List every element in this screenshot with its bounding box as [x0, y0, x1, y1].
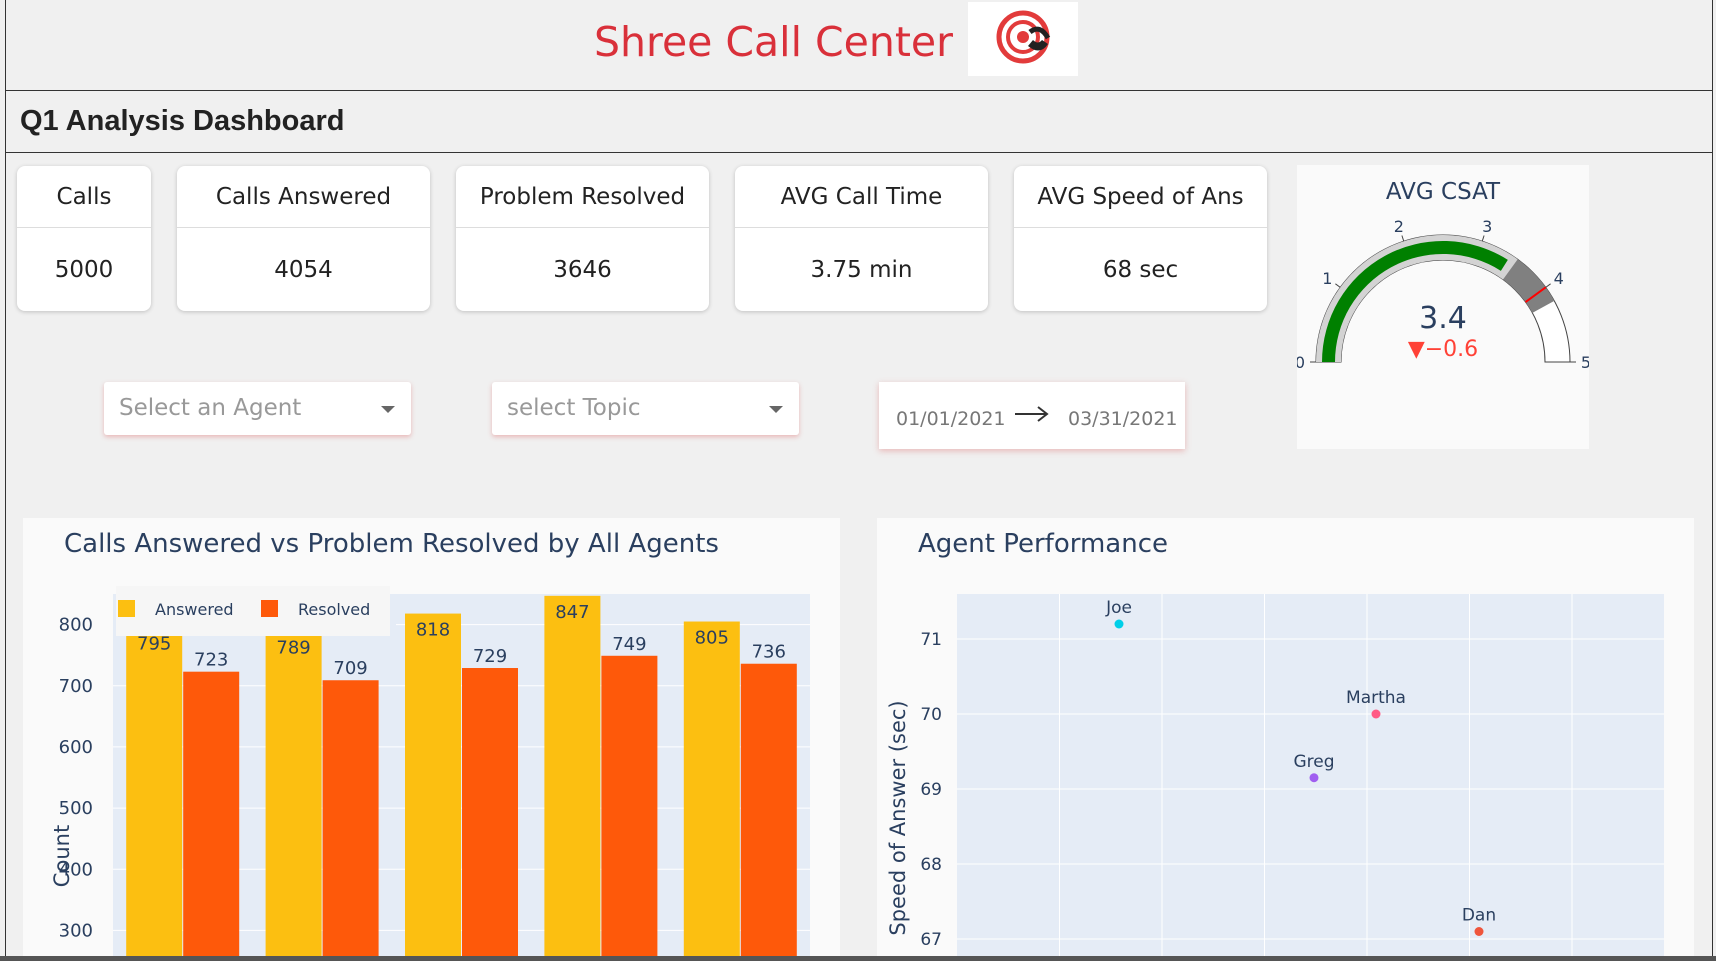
- csat-gauge-card: AVG CSAT 0 1 2 3 4 5 3.4 ▼−0.6: [1297, 165, 1589, 449]
- scatter-chart-card: Agent Performance 67 68 69 70 71 Speed of Ans…: [877, 518, 1694, 961]
- kpi-value: 3646: [553, 257, 612, 283]
- point-label: Dan: [1462, 906, 1496, 926]
- bar-resolved: [740, 663, 797, 961]
- date-end-input[interactable]: 03/31/2021: [1068, 408, 1178, 430]
- kpi-label: Problem Resolved: [456, 166, 709, 228]
- y-tick-label: 600: [59, 737, 93, 758]
- kpi-card-calls-answered: Calls Answered 4054: [177, 166, 430, 311]
- bar-answered: [683, 621, 740, 961]
- y-tick-label: 67: [920, 930, 942, 950]
- y-tick-label: 700: [59, 676, 93, 697]
- kpi-label: Calls: [17, 166, 151, 228]
- kpi-value: 5000: [54, 257, 114, 283]
- bar-answered: [265, 631, 322, 961]
- scatter-point-joe: [1114, 619, 1124, 629]
- app-header: Shree Call Center: [5, 0, 1713, 91]
- bar-answered: [126, 627, 183, 961]
- bar-value-label: 729: [473, 646, 507, 667]
- kpi-card-avg-speed: AVG Speed of Ans 68 sec: [1014, 166, 1267, 311]
- y-tick-label: 69: [920, 780, 942, 800]
- point-label: Joe: [1105, 598, 1132, 618]
- kpi-card-avg-call-time: AVG Call Time 3.75 min: [735, 166, 988, 311]
- app-title: Shree Call Center: [593, 18, 953, 66]
- bar-resolved: [462, 668, 518, 961]
- chevron-down-icon[interactable]: [381, 406, 395, 413]
- y-axis-label: Count: [50, 825, 74, 887]
- y-axis-label: Speed of Answer (sec): [886, 700, 910, 935]
- window-bottom-edge: [0, 956, 1716, 961]
- legend-swatch-answered: [118, 600, 135, 617]
- kpi-label: AVG Call Time: [735, 166, 988, 228]
- gauge-value: 3.4: [1419, 301, 1467, 336]
- point-label: Martha: [1346, 688, 1406, 708]
- scatter-point-greg: [1309, 773, 1319, 783]
- legend-swatch-resolved: [261, 600, 278, 617]
- chevron-down-icon[interactable]: [769, 406, 783, 413]
- bar-resolved: [183, 671, 240, 961]
- gauge-tick-label: 0: [1297, 353, 1305, 372]
- gauge-tick: [1545, 283, 1551, 288]
- scatter-point-dan: [1474, 927, 1484, 936]
- date-start-input[interactable]: 01/01/2021: [896, 408, 1006, 430]
- gauge-delta: ▼−0.6: [1408, 337, 1478, 362]
- logo: [968, 2, 1078, 76]
- gauge-tick: [1481, 235, 1485, 242]
- kpi-card-calls: Calls 5000: [17, 166, 151, 311]
- scatter-point-martha: [1371, 709, 1381, 719]
- kpi-label: AVG Speed of Ans: [1014, 166, 1267, 228]
- legend-label-answered: Answered: [155, 600, 234, 619]
- bar-chart-card: Calls Answered vs Problem Resolved by Al…: [23, 518, 840, 961]
- scatter-chart: 67 68 69 70 71 Speed of Answer (sec) Joe Martha…: [886, 594, 1664, 961]
- bar-value-label: 795: [137, 634, 171, 655]
- date-range-picker[interactable]: 01/01/2021 03/31/2021: [879, 382, 1185, 449]
- y-tick-label: 70: [920, 705, 942, 725]
- y-tick-label: 71: [920, 630, 942, 650]
- bar-resolved: [601, 655, 658, 961]
- y-tick-label: 300: [59, 920, 93, 941]
- bar-value-label: 805: [695, 628, 729, 649]
- csat-gauge: 0 1 2 3 4 5 3.4▼−0.6: [1297, 217, 1589, 372]
- bar-value-label: 847: [555, 602, 589, 623]
- gauge-tick-label: 2: [1394, 217, 1404, 236]
- kpi-value: 4054: [274, 257, 333, 283]
- agent-select[interactable]: Select an Agent: [104, 382, 411, 435]
- topic-select[interactable]: select Topic: [492, 382, 799, 435]
- gauge-tick-label: 1: [1322, 269, 1332, 288]
- target-phone-icon: [996, 10, 1051, 64]
- bar-value-label: 736: [752, 642, 786, 663]
- gauge-tick: [1401, 235, 1405, 242]
- bar-resolved: [322, 680, 379, 961]
- kpi-value: 3.75 min: [810, 257, 913, 283]
- kpi-value: 68 sec: [1102, 257, 1179, 283]
- bar-value-label: 709: [333, 658, 367, 679]
- gauge-tick-label: 4: [1554, 269, 1564, 288]
- kpi-card-problem-resolved: Problem Resolved 3646: [456, 166, 709, 311]
- bar-value-label: 723: [194, 650, 228, 671]
- bar-chart: 300400500600700800Count79572378970981872…: [50, 586, 810, 961]
- bar-answered: [544, 595, 601, 961]
- y-tick-label: 68: [920, 855, 942, 875]
- page-title: Q1 Analysis Dashboard: [20, 105, 345, 137]
- legend-label-resolved: Resolved: [298, 600, 370, 619]
- bar-value-label: 749: [612, 634, 646, 655]
- gauge-tick-label: 3: [1482, 217, 1492, 236]
- gauge-tick: [1335, 283, 1341, 288]
- point-label: Greg: [1293, 752, 1334, 772]
- bar-value-label: 789: [276, 637, 310, 658]
- arrow-right-icon: [1015, 406, 1049, 422]
- bar-answered: [405, 613, 461, 961]
- topic-select-placeholder: select Topic: [507, 395, 641, 421]
- kpi-label: Calls Answered: [177, 166, 430, 228]
- y-tick-label: 500: [59, 798, 93, 819]
- y-tick-label: 800: [59, 615, 93, 636]
- agent-select-placeholder: Select an Agent: [119, 395, 302, 421]
- page-title-bar: Q1 Analysis Dashboard: [5, 91, 1713, 153]
- bar-value-label: 818: [416, 620, 450, 641]
- gauge-tick-label: 5: [1581, 353, 1589, 372]
